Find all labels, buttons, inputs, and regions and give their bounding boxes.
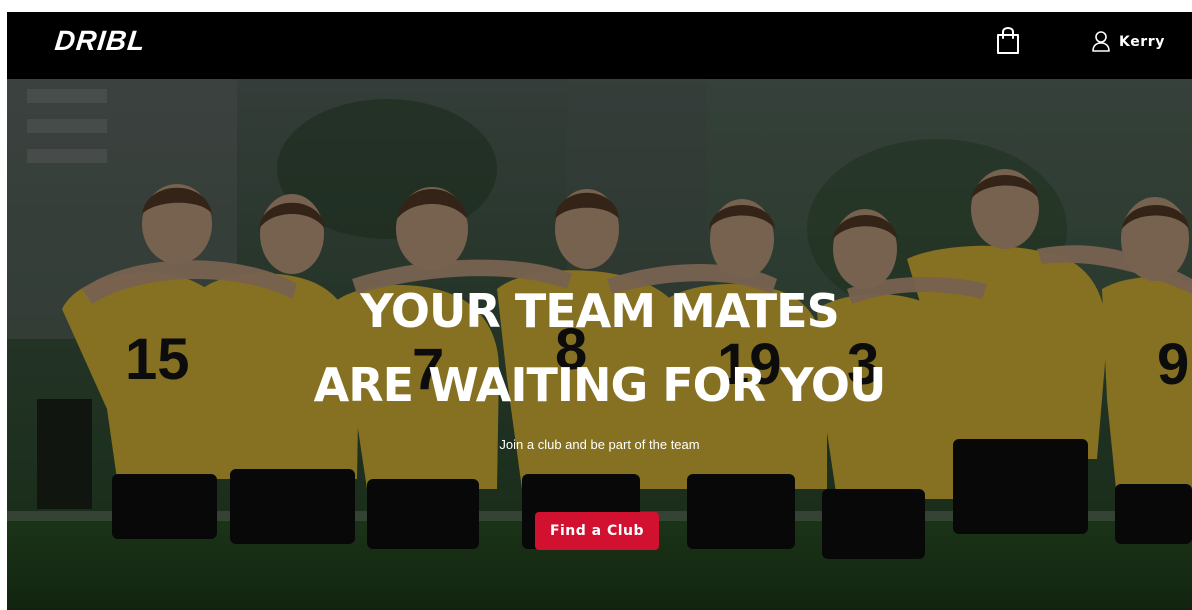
user-name: Kerry bbox=[1119, 34, 1166, 50]
hero-banner: 15 7 8 19 3 9 YOUR TEAM MATES ARE WAITIN… bbox=[7, 79, 1192, 610]
hero-content: YOUR TEAM MATES ARE WAITING FOR YOU Join… bbox=[7, 79, 1192, 610]
shopping-bag-icon[interactable] bbox=[994, 26, 1022, 56]
dribl-logo[interactable]: DRIBL bbox=[53, 25, 147, 57]
top-navigation-bar: DRIBL Kerry bbox=[7, 12, 1192, 79]
app-frame: DRIBL Kerry 15 7 8 19 3 9 YOUR TEAM MATE… bbox=[7, 12, 1192, 610]
find-a-club-button[interactable]: Find a Club bbox=[535, 512, 659, 550]
hero-headline-line-2: ARE WAITING FOR YOU bbox=[313, 358, 887, 412]
hero-subtitle: Join a club and be part of the team bbox=[499, 437, 700, 452]
hero-headline-line-1: YOUR TEAM MATES bbox=[360, 284, 840, 338]
user-account-menu[interactable]: Kerry bbox=[1091, 30, 1165, 54]
user-icon bbox=[1091, 31, 1111, 53]
